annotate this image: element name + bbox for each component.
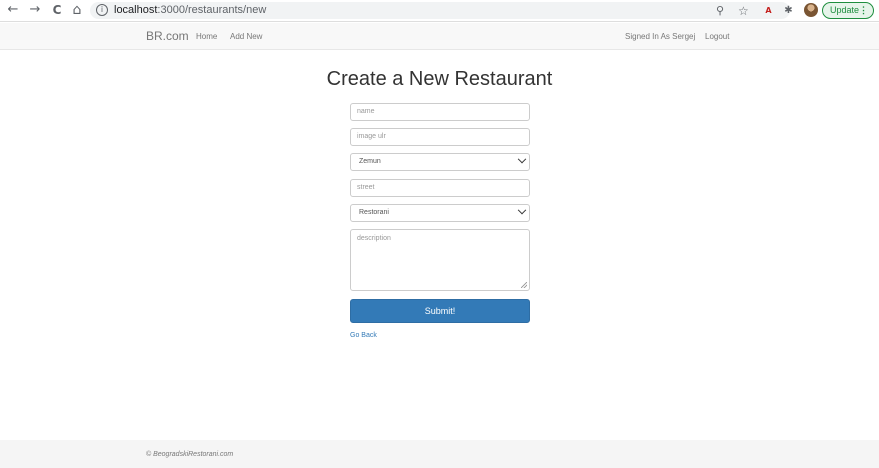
update-button[interactable]: Update ⋮ [822, 2, 874, 19]
type-select[interactable]: Restorani [350, 204, 530, 222]
extension-icon[interactable]: A [762, 4, 775, 17]
home-icon[interactable]: ⌂ [70, 3, 84, 17]
profile-avatar[interactable] [804, 3, 818, 17]
puzzle-icon[interactable]: ✱ [782, 4, 795, 17]
bookmark-star-icon[interactable]: ☆ [738, 4, 749, 18]
zoom-icon[interactable]: ⚲ [716, 4, 724, 17]
url-host: localhost [114, 4, 158, 16]
update-label: Update [830, 5, 860, 15]
image-url-placeholder: image ulr [357, 133, 386, 140]
image-url-input[interactable]: image ulr [350, 128, 530, 146]
navbar: BR.com Home Add New Signed In As Sergej … [0, 23, 879, 50]
nav-home-link[interactable]: Home [196, 32, 217, 41]
nav-add-new-link[interactable]: Add New [230, 32, 262, 41]
browser-toolbar: ← → C ⌂ i localhost:3000/restaurants/new… [0, 0, 879, 22]
url-text[interactable]: localhost:3000/restaurants/new [114, 4, 266, 16]
address-bar[interactable]: i localhost:3000/restaurants/new ⚲ ☆ [90, 2, 790, 19]
page-title: Create a New Restaurant [326, 68, 553, 90]
url-path: :3000/restaurants/new [157, 4, 267, 16]
footer: © BeogradskiRestorani.com [0, 440, 879, 468]
logout-link[interactable]: Logout [705, 32, 729, 41]
name-input[interactable]: name [350, 103, 530, 121]
street-input[interactable]: street [350, 179, 530, 197]
submit-button[interactable]: Submit! [350, 299, 530, 323]
footer-copyright: © BeogradskiRestorani.com [146, 451, 234, 458]
forward-icon[interactable]: → [28, 3, 42, 17]
brand-link[interactable]: BR.com [146, 29, 189, 43]
name-placeholder: name [357, 108, 375, 115]
municipality-selected-value: Zemun [359, 158, 381, 165]
chevron-down-icon [517, 154, 527, 164]
info-icon[interactable]: i [96, 4, 108, 16]
type-selected-value: Restorani [359, 209, 389, 216]
municipality-select[interactable]: Zemun [350, 153, 530, 171]
description-textarea[interactable]: description [350, 229, 530, 291]
description-placeholder: description [357, 235, 391, 242]
signed-in-text: Signed In As Sergej [625, 32, 696, 41]
street-placeholder: street [357, 184, 375, 191]
resize-handle-icon[interactable] [521, 282, 527, 288]
chevron-down-icon [517, 205, 527, 215]
reload-icon[interactable]: C [50, 3, 64, 17]
back-icon[interactable]: ← [6, 3, 20, 17]
menu-icon[interactable]: ⋮ [859, 3, 868, 18]
go-back-link[interactable]: Go Back [350, 332, 377, 339]
